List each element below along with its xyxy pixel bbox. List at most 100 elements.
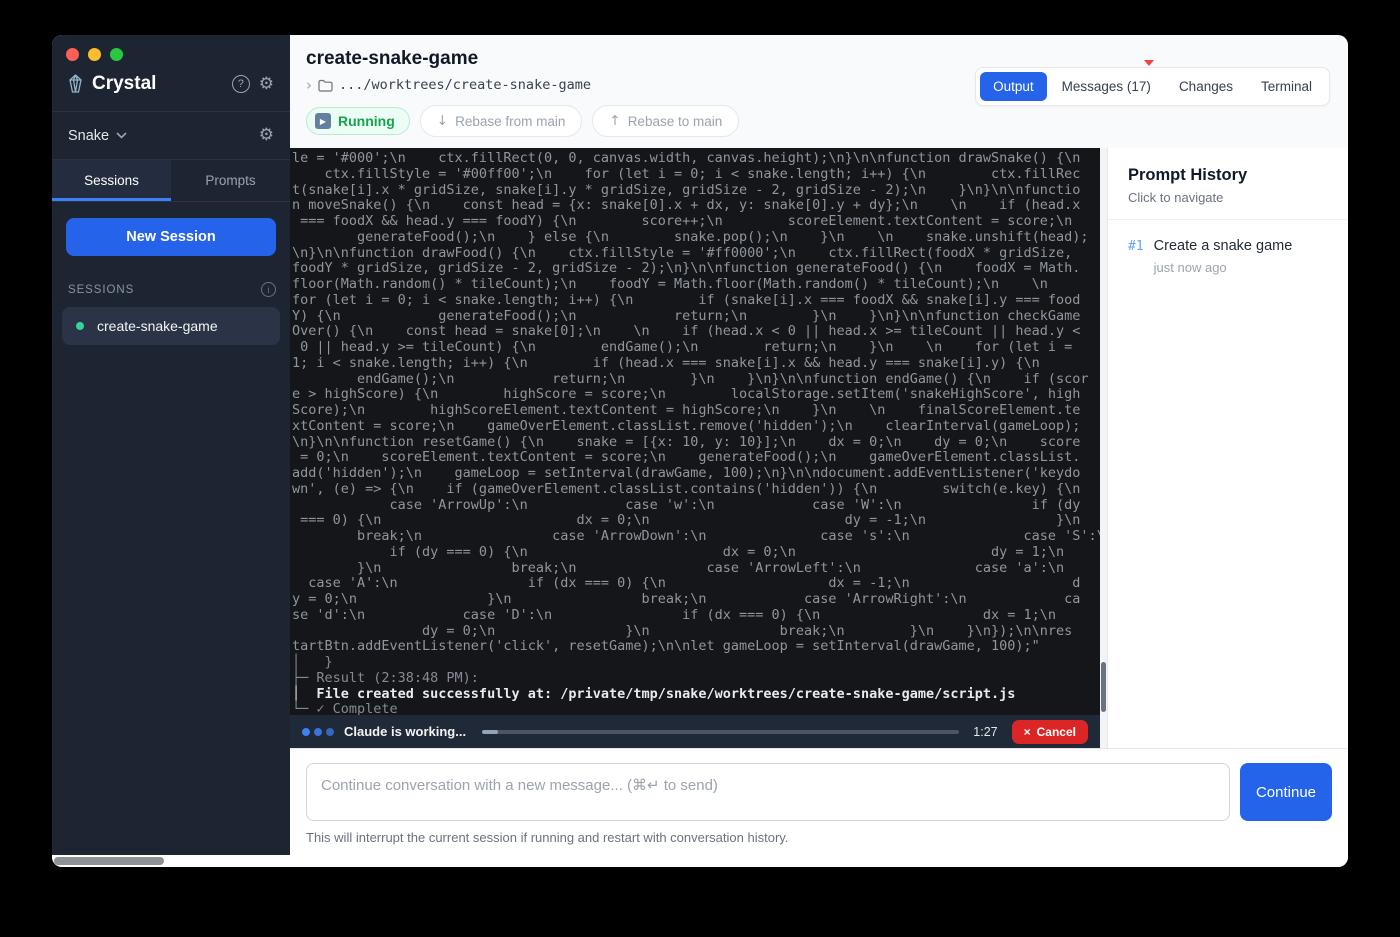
settings-gear-icon[interactable]: ⚙ <box>259 76 274 93</box>
terminal-line: le = '#000';\n ctx.fillRect(0, 0, canvas… <box>292 151 1100 167</box>
terminal-line: === 0) {\n dx = 0;\n dy = -1;\n }\n <box>292 513 1100 529</box>
terminal-line: floor(Math.random() * tileCount);\n food… <box>292 277 1100 293</box>
sessions-label: SESSIONS <box>68 284 134 296</box>
terminal-code-lines: le = '#000';\n ctx.fillRect(0, 0, canvas… <box>292 151 1100 655</box>
tab-sessions[interactable]: Sessions <box>52 160 171 201</box>
terminal-line: = 0;\n scoreElement.textContent = score;… <box>292 450 1100 466</box>
chevron-right-icon[interactable]: › <box>306 76 312 94</box>
close-x-icon: × <box>1024 725 1031 739</box>
prompt-history-header: Prompt History Click to navigate <box>1108 148 1348 220</box>
terminal-line: \n}\n\nfunction resetGame() {\n snake = … <box>292 435 1100 451</box>
project-name: Snake <box>68 128 109 144</box>
prompt-text: Create a snake game <box>1154 238 1293 254</box>
terminal-line: break;\n case 'ArrowDown':\n case 's':\n… <box>292 529 1100 545</box>
terminal-line: wn', (e) => {\n if (gameOverElement.clas… <box>292 482 1100 498</box>
horizontal-scrollbar <box>52 855 290 867</box>
prompt-index: #1 <box>1128 238 1144 275</box>
new-session-button[interactable]: New Session <box>66 218 276 256</box>
worktree-path: .../worktrees/create-snake-game <box>339 77 591 93</box>
result-complete: └─ ✓ Complete <box>292 702 1100 715</box>
chevron-down-icon <box>116 132 127 139</box>
terminal-line: case 'ArrowUp':\n case 'w':\n case 'W':\… <box>292 498 1100 514</box>
terminal-line: add('hidden');\n gameLoop = setInterval(… <box>292 466 1100 482</box>
vertical-scrollbar-thumb[interactable] <box>1101 662 1106 712</box>
terminal-line: ctx.fillStyle = '#00ff00';\n for (let i … <box>292 167 1100 183</box>
app-window: Crystal ? ⚙ Snake ⚙ Sessions Prompts New… <box>52 35 1348 867</box>
progress-fill <box>482 730 498 734</box>
terminal-line: foodY * gridSize, gridSize - 2, gridSize… <box>292 261 1100 277</box>
sidebar: Crystal ? ⚙ Snake ⚙ Sessions Prompts New… <box>52 35 290 867</box>
window-controls <box>52 35 290 65</box>
terminal-line: === foodX && head.y === foodY) {\n score… <box>292 214 1100 230</box>
running-label: Running <box>338 113 395 129</box>
minimize-window-button[interactable] <box>88 48 101 61</box>
prompt-history-panel: Prompt History Click to navigate #1 Crea… <box>1107 148 1348 748</box>
running-status-badge: ▶ Running <box>306 107 410 135</box>
help-icon[interactable]: ? <box>232 75 250 93</box>
tab-output[interactable]: Output <box>980 72 1047 101</box>
close-window-button[interactable] <box>66 48 79 61</box>
session-status-dot <box>76 322 84 330</box>
main-area: create-snake-game › .../worktrees/create… <box>290 35 1348 867</box>
composer-note: This will interrupt the current session … <box>306 830 1332 845</box>
terminal-line: 1; i < snake.length; i++) {\n if (head.x… <box>292 356 1100 372</box>
terminal-line: }\n break;\n case 'ArrowLeft':\n case 'a… <box>292 561 1100 577</box>
message-input[interactable] <box>306 763 1230 821</box>
terminal-line: endGame();\n return;\n }\n }\n}\n\nfunct… <box>292 372 1100 388</box>
prompt-timestamp: just now ago <box>1154 260 1293 275</box>
tab-terminal[interactable]: Terminal <box>1248 72 1325 101</box>
rebase-to-main-button[interactable]: ↑ Rebase to main <box>592 105 739 137</box>
view-tabs: Output Messages (17) Changes Terminal <box>975 67 1330 106</box>
arrow-down-icon: ↓ <box>437 113 448 129</box>
arrow-up-icon: ↑ <box>609 113 620 129</box>
prompt-history-subtitle: Click to navigate <box>1128 190 1328 205</box>
terminal-line: case 'A':\n if (dx === 0) {\n dx = -1;\n… <box>292 576 1100 592</box>
main-header: create-snake-game › .../worktrees/create… <box>290 35 1348 148</box>
terminal-line: tartBtn.addEventListener('click', resetG… <box>292 639 1100 655</box>
session-name: create-snake-game <box>97 318 218 334</box>
terminal-line: generateFood();\n } else {\n snake.pop()… <box>292 230 1100 246</box>
terminal-line: e > highScore) {\n highScore = score;\n … <box>292 387 1100 403</box>
rebase-from-main-label: Rebase from main <box>455 114 565 129</box>
terminal-line: se 'd':\n case 'D':\n if (dx === 0) {\n … <box>292 608 1100 624</box>
terminal-line: xtContent = score;\n gameOverElement.cla… <box>292 419 1100 435</box>
vertical-scrollbar <box>1100 148 1107 748</box>
progress-bar <box>482 730 959 734</box>
tab-changes[interactable]: Changes <box>1166 72 1246 101</box>
terminal-line: Y) {\n generateFood();\n return;\n }\n }… <box>292 309 1100 325</box>
project-settings-gear-icon[interactable]: ⚙ <box>259 127 274 144</box>
prompt-history-item[interactable]: #1 Create a snake game just now ago <box>1108 220 1348 293</box>
terminal-line: dy = 0;\n }\n break;\n }\n }\n});\n\nres <box>292 624 1100 640</box>
result-close-brace: │ } <box>292 655 1100 671</box>
tab-messages[interactable]: Messages (17) <box>1049 72 1164 101</box>
terminal-line: 0 || head.y >= tileCount) {\n endGame();… <box>292 340 1100 356</box>
cancel-label: Cancel <box>1037 725 1076 739</box>
continue-button[interactable]: Continue <box>1240 763 1332 821</box>
terminal-line: Score);\n highScoreElement.textContent =… <box>292 403 1100 419</box>
elapsed-time: 1:27 <box>973 725 997 739</box>
tab-prompts[interactable]: Prompts <box>171 160 290 201</box>
horizontal-scrollbar-thumb[interactable] <box>54 857 164 865</box>
brand-row: Crystal ? ⚙ <box>52 65 290 112</box>
terminal-line: n moveSnake() {\n const head = {x: snake… <box>292 198 1100 214</box>
terminal-line: t(snake[i].x * gridSize, snake[i].y * gr… <box>292 183 1100 199</box>
working-message: Claude is working... <box>344 724 466 739</box>
session-list-item[interactable]: create-snake-game <box>62 307 280 345</box>
working-status-bar: Claude is working... 1:27 × Cancel <box>290 715 1100 748</box>
terminal-output: le = '#000';\n ctx.fillRect(0, 0, canvas… <box>290 148 1100 715</box>
maximize-window-button[interactable] <box>110 48 123 61</box>
app-title: Crystal <box>92 73 223 95</box>
notification-caret-icon <box>1144 60 1154 66</box>
sessions-header: SESSIONS i <box>52 270 290 307</box>
sidebar-tabs: Sessions Prompts <box>52 160 290 202</box>
crystal-logo-icon <box>68 74 83 94</box>
terminal-line: if (dy === 0) {\n dx = 0;\n dy = 1;\n <box>292 545 1100 561</box>
rebase-to-main-label: Rebase to main <box>628 114 723 129</box>
rebase-from-main-button[interactable]: ↓ Rebase from main <box>420 105 583 137</box>
session-status-row: ▶ Running ↓ Rebase from main ↑ Rebase to… <box>306 105 1348 137</box>
cancel-button[interactable]: × Cancel <box>1012 720 1088 744</box>
project-selector[interactable]: Snake ⚙ <box>52 112 290 160</box>
terminal-line: Over() {\n const head = snake[0];\n \n i… <box>292 324 1100 340</box>
terminal-line: y = 0;\n }\n break;\n case 'ArrowRight':… <box>292 592 1100 608</box>
info-icon[interactable]: i <box>261 282 276 297</box>
